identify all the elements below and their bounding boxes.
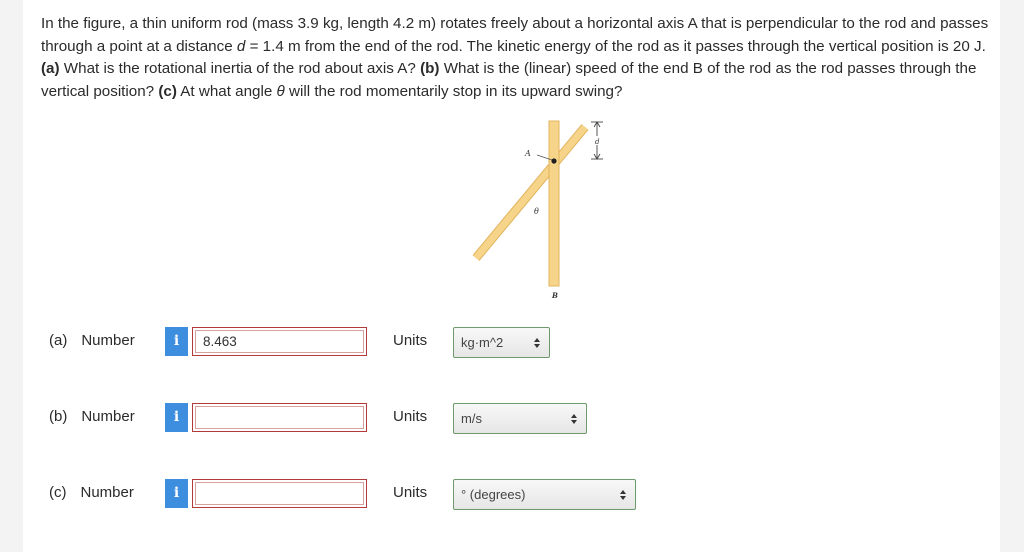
part-c-text: At what angle xyxy=(176,82,277,100)
answer-input-c[interactable] xyxy=(192,479,367,508)
rod-figure: A θ B d xyxy=(472,120,603,300)
answer-row-b: (b) Number i Units m/s xyxy=(23,401,1000,435)
label-a: A xyxy=(524,149,531,158)
pivot-point xyxy=(551,158,557,164)
label-d: d xyxy=(595,138,600,146)
selected-unit: kg·m^2 xyxy=(461,335,504,350)
part-a-text: What is the rotational inertia of the ro… xyxy=(59,60,421,78)
part-c-text-end: will the rod momentarily stop in its upw… xyxy=(284,82,623,100)
part-b-label: (b) Number xyxy=(49,408,135,425)
units-select-a[interactable]: kg·m^2 xyxy=(453,327,550,358)
part-c-label: (c) Number xyxy=(49,484,134,501)
units-label: Units xyxy=(393,408,428,425)
number-label: Number xyxy=(81,408,135,425)
number-label: Number xyxy=(80,484,134,501)
number-label: Number xyxy=(81,332,135,349)
answer-input-a[interactable]: 8.463 xyxy=(192,327,367,356)
part-tag: (b) xyxy=(49,408,68,425)
selected-unit: ° (degrees) xyxy=(461,487,526,502)
select-arrows-icon xyxy=(534,338,540,348)
part-c-tag: (c) xyxy=(158,82,177,100)
label-b: B xyxy=(551,291,558,300)
select-arrows-icon xyxy=(571,414,577,424)
units-label: Units xyxy=(393,332,428,349)
units-select-b[interactable]: m/s xyxy=(453,403,587,434)
units-select-c[interactable]: ° (degrees) xyxy=(453,479,636,510)
part-a-tag: (a) xyxy=(41,60,60,78)
info-button[interactable]: i xyxy=(165,403,188,432)
problem-text: = 1.4 m from the end of the rod. The kin… xyxy=(245,37,986,55)
part-a-label: (a) Number xyxy=(49,332,135,349)
selected-unit: m/s xyxy=(461,411,482,426)
question-card: In the figure, a thin uniform rod (mass … xyxy=(23,0,1000,552)
answer-row-a: (a) Number i 8.463 Units kg·m^2 xyxy=(23,325,1000,359)
part-tag: (a) xyxy=(49,332,68,349)
select-arrows-icon xyxy=(620,490,626,500)
vertical-rod xyxy=(548,120,560,287)
part-b-tag: (b) xyxy=(420,60,440,78)
label-theta: θ xyxy=(534,207,539,216)
tilted-rod xyxy=(472,124,589,261)
problem-statement: In the figure, a thin uniform rod (mass … xyxy=(41,13,991,103)
answer-input-b[interactable] xyxy=(192,403,367,432)
units-label: Units xyxy=(393,484,428,501)
info-button[interactable]: i xyxy=(165,327,188,356)
theta-symbol: θ xyxy=(276,82,285,100)
info-button[interactable]: i xyxy=(165,479,188,508)
part-tag: (c) xyxy=(49,484,67,501)
answer-row-c: (c) Number i Units ° (degrees) xyxy=(23,477,1000,511)
